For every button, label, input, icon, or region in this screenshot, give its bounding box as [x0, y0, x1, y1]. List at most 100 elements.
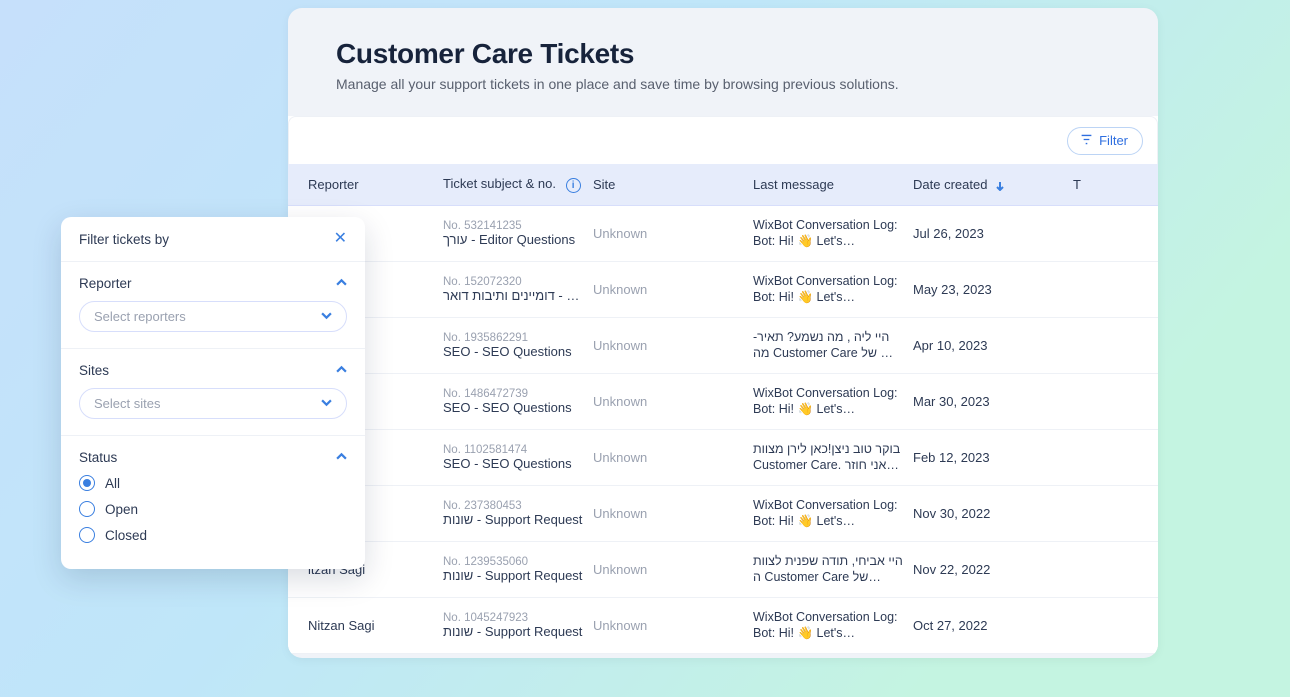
filter-reporter-label: Reporter	[79, 276, 132, 291]
chevron-up-icon[interactable]	[336, 450, 347, 465]
radio-icon	[79, 527, 95, 543]
cell-subject: No. 237380453שונות - Support Request	[443, 500, 593, 527]
cell-date: Nov 30, 2022	[913, 506, 1073, 521]
filter-icon	[1080, 133, 1093, 149]
status-radio-all[interactable]: All	[79, 475, 347, 491]
cell-site: Unknown	[593, 562, 753, 577]
status-radio-open[interactable]: Open	[79, 501, 347, 517]
cell-date: Jul 26, 2023	[913, 226, 1073, 241]
ticket-number: No. 532141235	[443, 220, 593, 232]
page-title: Customer Care Tickets	[336, 38, 1110, 70]
filter-section-status: Status All Open Closed	[61, 436, 365, 569]
col-reporter[interactable]: Reporter	[288, 177, 443, 192]
status-open-label: Open	[105, 502, 138, 517]
col-subject-label: Ticket subject & no.	[443, 176, 556, 191]
filter-sites-label: Sites	[79, 363, 109, 378]
ticket-number: No. 1486472739	[443, 388, 593, 400]
table-row[interactable]: zan SagiNo. 152072320דומיינים ותיבות דוא…	[288, 262, 1158, 318]
col-date-label: Date created	[913, 177, 987, 192]
col-site[interactable]: Site	[593, 177, 753, 192]
table-header: Reporter Ticket subject & no. i Site Las…	[288, 164, 1158, 206]
ticket-number: No. 1045247923	[443, 612, 593, 624]
toolbar: Filter	[288, 116, 1158, 164]
table-row[interactable]: zan SagiNo. 1486472739SEO - SEO Question…	[288, 374, 1158, 430]
col-tail-label: T	[1073, 177, 1081, 192]
tickets-panel: Customer Care Tickets Manage all your su…	[288, 8, 1158, 658]
cell-date: Feb 12, 2023	[913, 450, 1073, 465]
radio-icon	[79, 475, 95, 491]
table-row[interactable]: zan SagiNo. 237380453שונות - Support Req…	[288, 486, 1158, 542]
cell-subject: No. 1486472739SEO - SEO Questions	[443, 388, 593, 415]
close-icon[interactable]: ✕	[334, 231, 347, 247]
cell-subject: No. 1045247923שונות - Support Request	[443, 612, 593, 639]
table-row[interactable]: zan SagiNo. 1935862291SEO - SEO Question…	[288, 318, 1158, 374]
status-closed-label: Closed	[105, 528, 147, 543]
filter-section-sites: Sites Select sites	[61, 349, 365, 436]
table-row[interactable]: itzan SagiNo. 1239535060שונות - Support …	[288, 542, 1158, 598]
ticket-number: No. 1102581474	[443, 444, 593, 456]
filter-popover-title: Filter tickets by	[79, 232, 169, 247]
cell-date: May 23, 2023	[913, 282, 1073, 297]
cell-date: Apr 10, 2023	[913, 338, 1073, 353]
sites-select-placeholder: Select sites	[94, 396, 160, 411]
info-icon[interactable]: i	[566, 178, 581, 193]
cell-message: -היי ליה , מה נשמע? תאיר מה Customer Car…	[753, 330, 913, 361]
col-date[interactable]: Date created	[913, 177, 1073, 192]
cell-site: Unknown	[593, 282, 753, 297]
col-subject[interactable]: Ticket subject & no. i	[443, 176, 593, 193]
cell-subject: No. 532141235עורך - Editor Questions	[443, 220, 593, 247]
cell-site: Unknown	[593, 450, 753, 465]
ticket-subject: SEO - SEO Questions	[443, 456, 583, 471]
status-radio-closed[interactable]: Closed	[79, 527, 347, 543]
filter-popover: Filter tickets by ✕ Reporter Select repo…	[61, 217, 365, 569]
col-reporter-label: Reporter	[308, 177, 359, 192]
cell-site: Unknown	[593, 394, 753, 409]
filter-button[interactable]: Filter	[1067, 127, 1143, 155]
cell-subject: No. 152072320דומיינים ותיבות דואר - Do…	[443, 276, 593, 303]
ticket-subject: עורך - Editor Questions	[443, 232, 583, 247]
ticket-subject: שונות - Support Request	[443, 624, 583, 639]
filter-section-reporter: Reporter Select reporters	[61, 262, 365, 349]
cell-date: Oct 27, 2022	[913, 618, 1073, 633]
col-site-label: Site	[593, 177, 615, 192]
cell-message: WixBot Conversation Log: Bot: Hi! 👋 Let'…	[753, 498, 913, 529]
reporter-select[interactable]: Select reporters	[79, 301, 347, 332]
ticket-number: No. 1239535060	[443, 556, 593, 568]
table-row[interactable]: zan SagiNo. 532141235עורך - Editor Quest…	[288, 206, 1158, 262]
col-tail[interactable]: T	[1073, 177, 1158, 192]
cell-subject: No. 1935862291SEO - SEO Questions	[443, 332, 593, 359]
radio-icon	[79, 501, 95, 517]
table-row[interactable]: Nitzan SagiNo. 1045247923שונות - Support…	[288, 598, 1158, 654]
cell-site: Unknown	[593, 618, 753, 633]
cell-date: Mar 30, 2023	[913, 394, 1073, 409]
chevron-up-icon[interactable]	[336, 363, 347, 378]
reporter-select-placeholder: Select reporters	[94, 309, 186, 324]
ticket-subject: דומיינים ותיבות דואר - Do…	[443, 288, 583, 303]
ticket-number: No. 152072320	[443, 276, 593, 288]
status-all-label: All	[105, 476, 120, 491]
cell-reporter: Nitzan Sagi	[288, 618, 443, 633]
cell-message: היי אביחי, תודה שפנית לצוות ה Customer C…	[753, 554, 913, 585]
cell-message: WixBot Conversation Log: Bot: Hi! 👋 Let'…	[753, 386, 913, 417]
chevron-up-icon[interactable]	[336, 276, 347, 291]
cell-message: בוקר טוב ניצן!כאן לירן מצוות Customer Ca…	[753, 442, 913, 473]
ticket-subject: SEO - SEO Questions	[443, 344, 583, 359]
chevron-down-icon	[321, 396, 332, 411]
filter-status-label: Status	[79, 450, 117, 465]
sort-desc-icon	[991, 177, 1005, 192]
ticket-subject: שונות - Support Request	[443, 512, 583, 527]
panel-header: Customer Care Tickets Manage all your su…	[288, 8, 1158, 116]
cell-date: Nov 22, 2022	[913, 562, 1073, 577]
cell-site: Unknown	[593, 506, 753, 521]
chevron-down-icon	[321, 309, 332, 324]
ticket-number: No. 1935862291	[443, 332, 593, 344]
cell-message: WixBot Conversation Log: Bot: Hi! 👋 Let'…	[753, 218, 913, 249]
filter-button-label: Filter	[1099, 133, 1128, 148]
sites-select[interactable]: Select sites	[79, 388, 347, 419]
col-message[interactable]: Last message	[753, 177, 913, 192]
table-row[interactable]: zan SagiNo. 1102581474SEO - SEO Question…	[288, 430, 1158, 486]
cell-message: WixBot Conversation Log: Bot: Hi! 👋 Let'…	[753, 610, 913, 641]
cell-message: WixBot Conversation Log: Bot: Hi! 👋 Let'…	[753, 274, 913, 305]
ticket-number: No. 237380453	[443, 500, 593, 512]
cell-site: Unknown	[593, 226, 753, 241]
